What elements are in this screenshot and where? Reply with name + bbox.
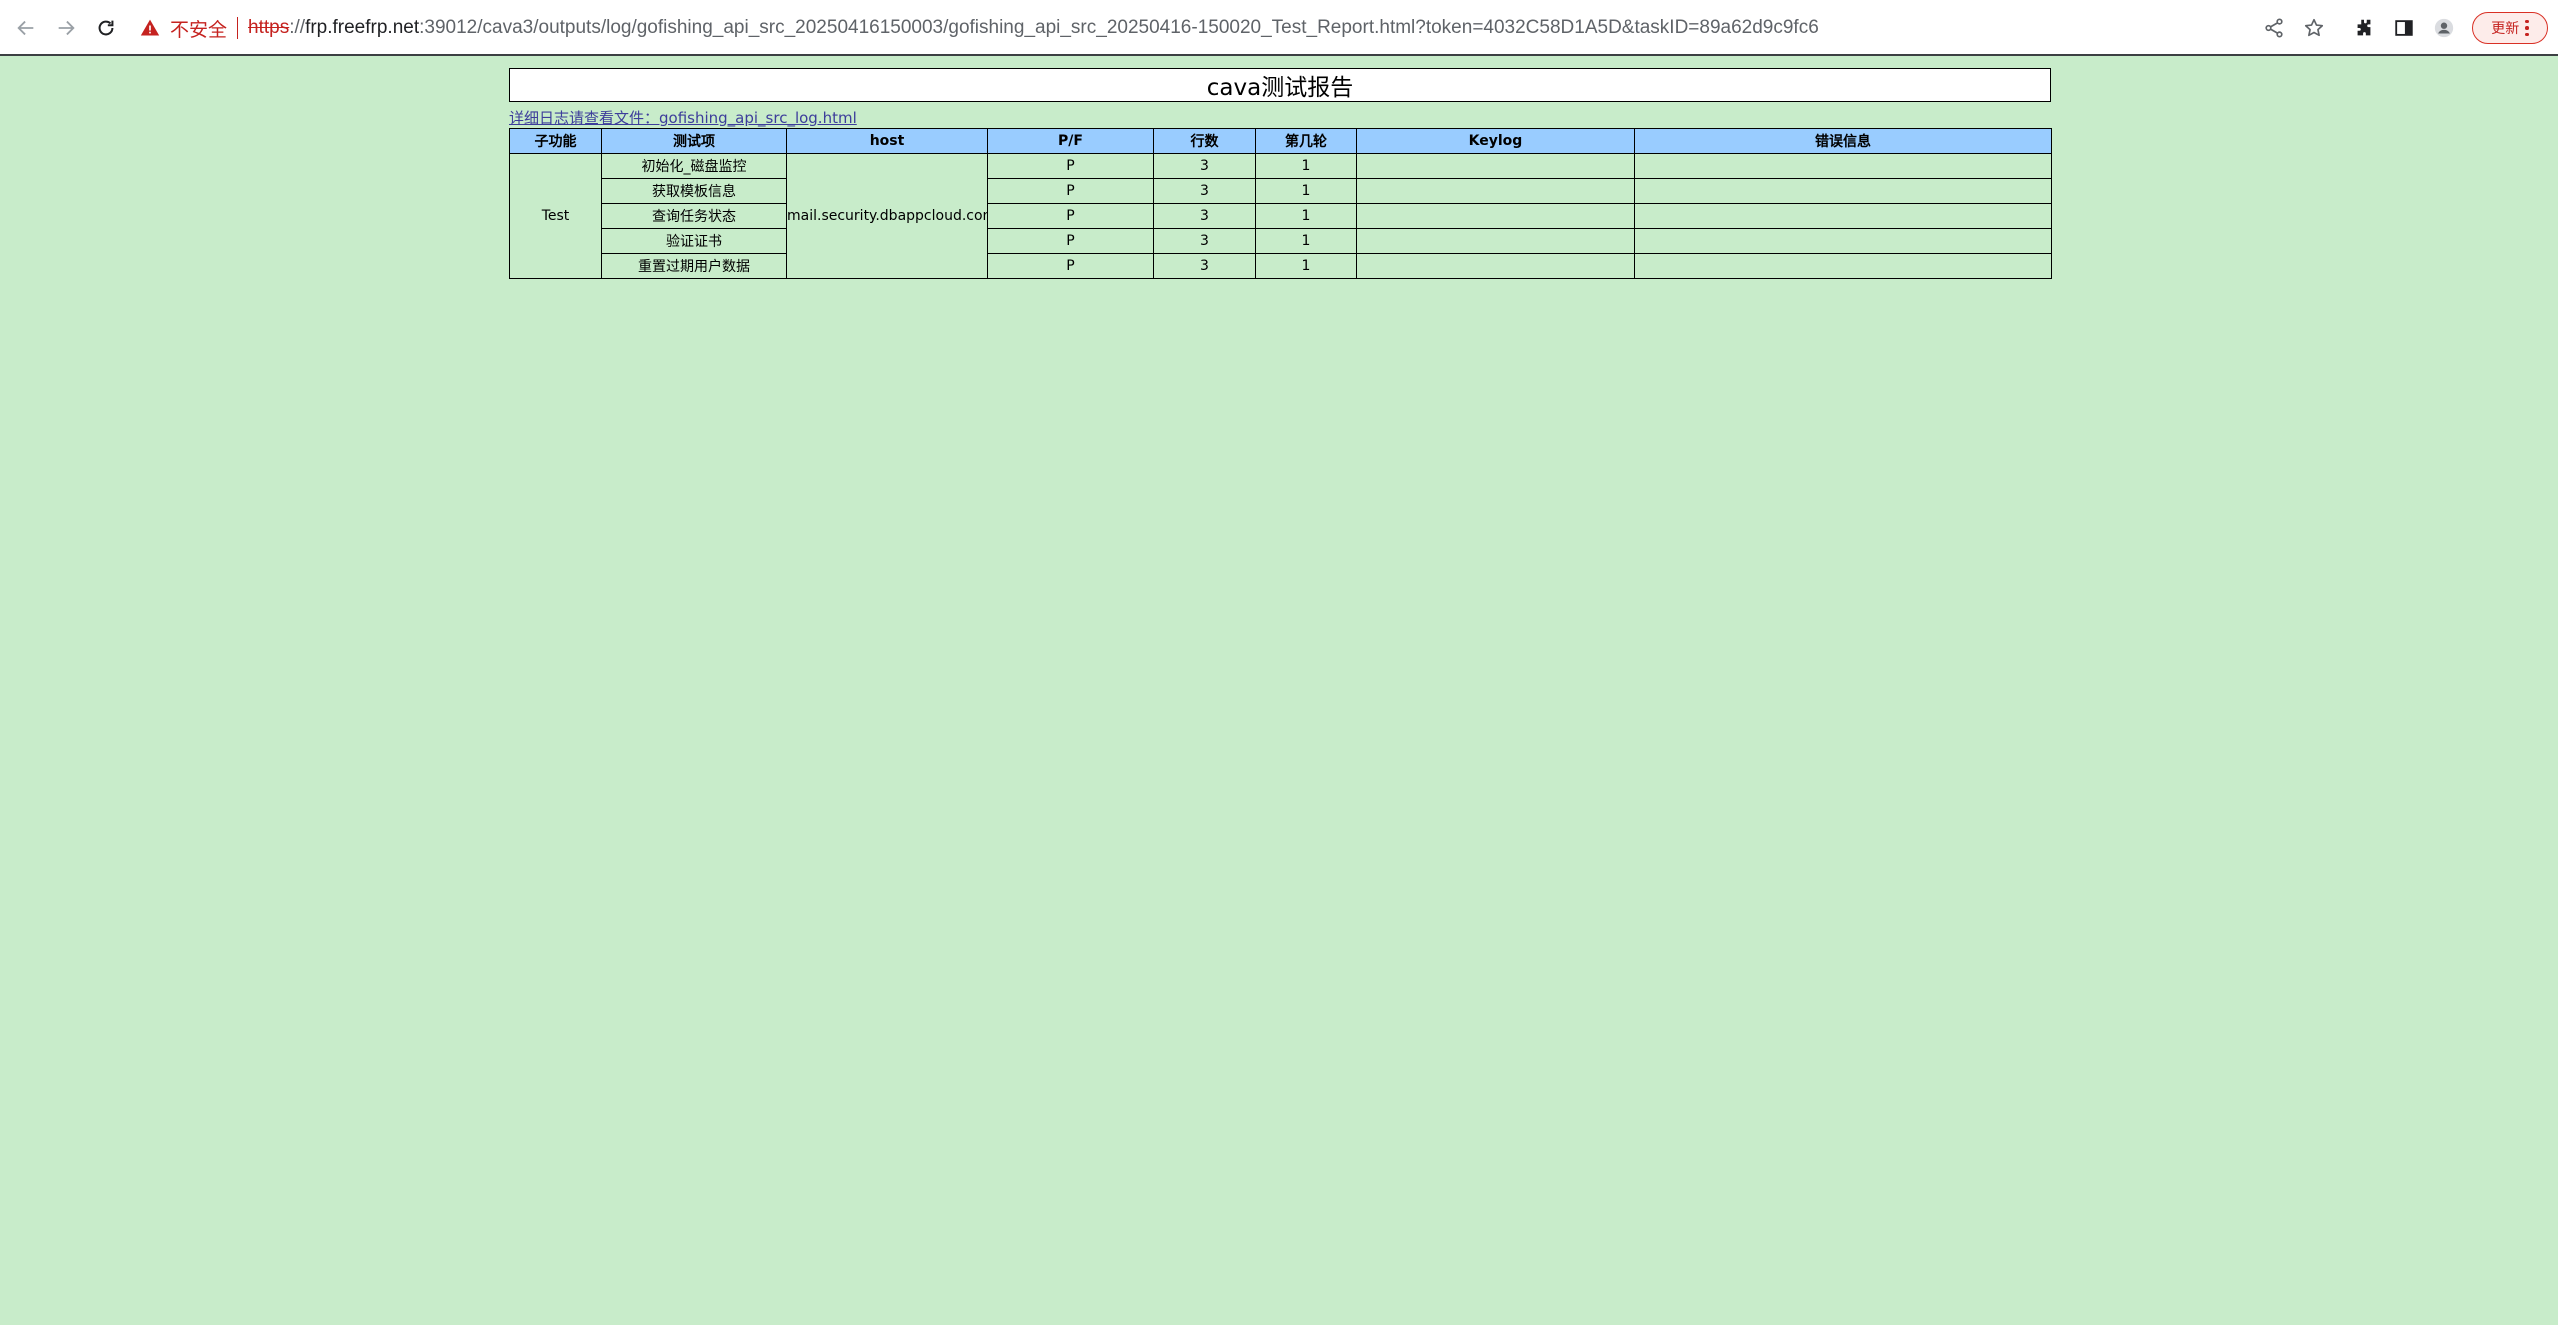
column-header: 行数	[1153, 128, 1256, 154]
lines-cell: 3	[1153, 203, 1256, 229]
test-item-cell: 查询任务状态	[601, 203, 787, 229]
table-row: 验证证书 P 3 1	[510, 228, 2052, 254]
lines-cell: 3	[1153, 153, 1256, 179]
lines-cell: 3	[1153, 228, 1256, 254]
column-header: 子功能	[509, 128, 602, 154]
keylog-cell	[1356, 203, 1635, 229]
forward-button[interactable]	[48, 10, 84, 46]
star-icon	[2304, 18, 2324, 37]
column-header: P/F	[987, 128, 1154, 154]
side-panel-button[interactable]	[2386, 10, 2422, 46]
table-row: 获取模板信息 P 3 1	[510, 178, 2052, 204]
bookmark-button[interactable]	[2296, 10, 2332, 46]
column-header: 测试项	[601, 128, 787, 154]
test-item-cell: 重置过期用户数据	[601, 253, 787, 279]
reload-button[interactable]	[88, 10, 124, 46]
warning-icon	[140, 19, 160, 36]
puzzle-icon	[2357, 19, 2371, 36]
browser-toolbar: 不安全 https://frp.freefrp.net:39012/cava3/…	[0, 0, 2558, 56]
error-cell	[1634, 228, 2052, 254]
lines-cell: 3	[1153, 178, 1256, 204]
profile-button[interactable]	[2426, 10, 2462, 46]
url-path: :39012/cava3/outputs/log/gofishing_api_s…	[419, 17, 1819, 38]
extensions-button[interactable]	[2346, 10, 2382, 46]
table-header-row: 子功能 测试项 host P/F 行数 第几轮 Keylog 错误信息	[509, 128, 2052, 154]
arrow-left-icon	[17, 20, 34, 36]
error-cell	[1634, 178, 2052, 204]
round-cell: 1	[1255, 253, 1357, 279]
column-header: Keylog	[1356, 128, 1635, 154]
url-host: frp.freefrp.net	[305, 17, 420, 38]
pf-cell: P	[987, 178, 1154, 204]
host-cell: mail.security.dbappcloud.com	[786, 153, 988, 279]
avatar-icon	[2434, 18, 2454, 38]
round-cell: 1	[1255, 178, 1357, 204]
test-item-cell: 获取模板信息	[601, 178, 787, 204]
keylog-cell	[1356, 178, 1635, 204]
back-button[interactable]	[8, 10, 44, 46]
error-cell	[1634, 253, 2052, 279]
round-cell: 1	[1255, 228, 1357, 254]
arrow-right-icon	[58, 20, 75, 36]
table-row: 查询任务状态 P 3 1	[510, 203, 2052, 229]
more-menu-icon	[2525, 19, 2529, 37]
share-icon	[2265, 18, 2283, 38]
column-header: 错误信息	[1634, 128, 2052, 154]
test-item-cell: 初始化_磁盘监控	[601, 153, 787, 179]
pf-cell: P	[987, 228, 1154, 254]
update-label: 更新	[2491, 21, 2520, 37]
error-cell	[1634, 153, 2052, 179]
report-container: cava测试报告 详细日志请查看文件：gofishing_api_src_log…	[509, 68, 2052, 279]
pf-cell: P	[987, 253, 1154, 279]
report-title: cava测试报告	[509, 68, 2051, 102]
column-header: host	[786, 128, 988, 154]
address-bar[interactable]: 不安全 https://frp.freefrp.net:39012/cava3/…	[140, 10, 2240, 46]
share-button[interactable]	[2256, 10, 2292, 46]
table-row: 重置过期用户数据 P 3 1	[510, 253, 2052, 279]
pf-cell: P	[987, 153, 1154, 179]
subfunction-cell: Test	[509, 153, 602, 279]
security-label[interactable]: 不安全	[170, 15, 227, 42]
column-header: 第几轮	[1255, 128, 1357, 154]
round-cell: 1	[1255, 203, 1357, 229]
keylog-cell	[1356, 228, 1635, 254]
reload-icon	[98, 20, 114, 36]
lines-cell: 3	[1153, 253, 1256, 279]
keylog-cell	[1356, 153, 1635, 179]
test-item-cell: 验证证书	[601, 228, 787, 254]
results-table: 子功能 测试项 host P/F 行数 第几轮 Keylog 错误信息 Test…	[509, 128, 2052, 279]
update-button[interactable]: 更新	[2472, 12, 2548, 44]
side-panel-icon	[2395, 20, 2413, 36]
url-protocol-separator: ://	[289, 17, 306, 38]
keylog-cell	[1356, 253, 1635, 279]
error-cell	[1634, 203, 2052, 229]
table-row: Test 初始化_磁盘监控 mail.security.dbappcloud.c…	[509, 153, 2052, 279]
pf-cell: P	[987, 203, 1154, 229]
round-cell: 1	[1255, 153, 1357, 179]
log-file-link[interactable]: 详细日志请查看文件：gofishing_api_src_log.html	[509, 107, 2051, 127]
url-protocol: https	[248, 17, 290, 38]
omnibox-separator	[237, 17, 239, 39]
